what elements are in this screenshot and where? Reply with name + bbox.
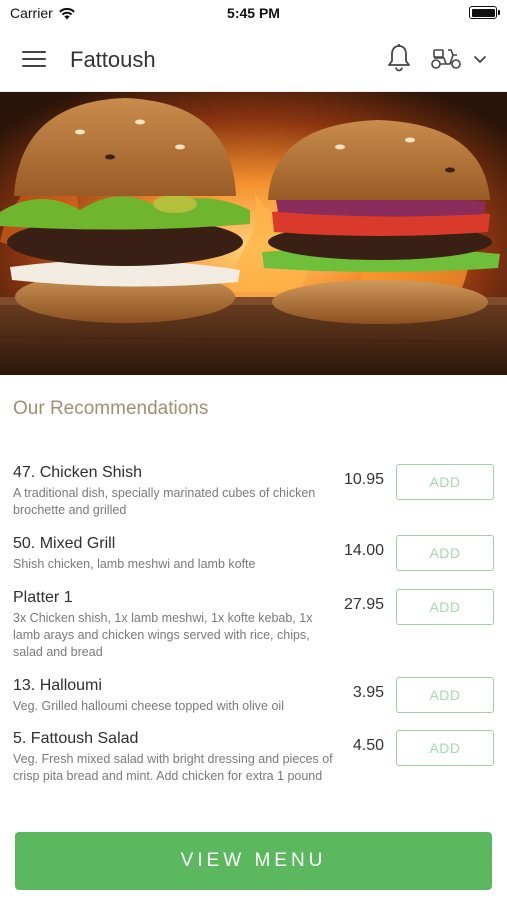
- item-price: 10.95: [343, 471, 384, 488]
- page-title: Fattoush: [70, 47, 156, 72]
- item-price: 27.95: [343, 596, 384, 613]
- item-name: 5. Fattoush Salad: [13, 730, 139, 747]
- view-menu-button[interactable]: VIEW MENU: [15, 832, 492, 890]
- add-button[interactable]: ADD: [396, 535, 494, 571]
- item-price: 4.50: [352, 737, 384, 754]
- item-description: Veg. Fresh mixed salad with bright dress…: [13, 752, 333, 783]
- add-button[interactable]: ADD: [396, 677, 494, 713]
- menu-icon[interactable]: [22, 48, 48, 68]
- battery-icon: [469, 6, 500, 19]
- burgers-illustration: [0, 92, 507, 375]
- item-name: Platter 1: [13, 589, 73, 606]
- item-name: 50. Mixed Grill: [13, 535, 116, 552]
- recommendations-title: Our Recommendations: [13, 398, 209, 419]
- bell-icon[interactable]: [386, 43, 412, 73]
- top-nav-bar: Fattoush: [0, 26, 507, 92]
- scooter-icon[interactable]: [430, 45, 462, 71]
- hero-image: [0, 92, 507, 375]
- item-description: 3x Chicken shish, 1x lamb meshwi, 1x kof…: [13, 611, 313, 659]
- item-description: Shish chicken, lamb meshwi and lamb koft…: [13, 557, 256, 571]
- add-button[interactable]: ADD: [396, 589, 494, 625]
- chevron-down-icon[interactable]: [472, 52, 488, 66]
- status-time: 5:45 PM: [227, 5, 280, 21]
- item-price: 3.95: [352, 684, 384, 701]
- status-bar: Carrier 5:45 PM: [0, 0, 507, 26]
- item-price: 14.00: [343, 542, 384, 559]
- item-description: Veg. Grilled halloumi cheese topped with…: [13, 699, 284, 713]
- add-button[interactable]: ADD: [396, 464, 494, 500]
- item-name: 47. Chicken Shish: [13, 464, 142, 481]
- item-name: 13. Halloumi: [13, 677, 102, 694]
- item-description: A traditional dish, specially marinated …: [13, 486, 316, 517]
- add-button[interactable]: ADD: [396, 730, 494, 766]
